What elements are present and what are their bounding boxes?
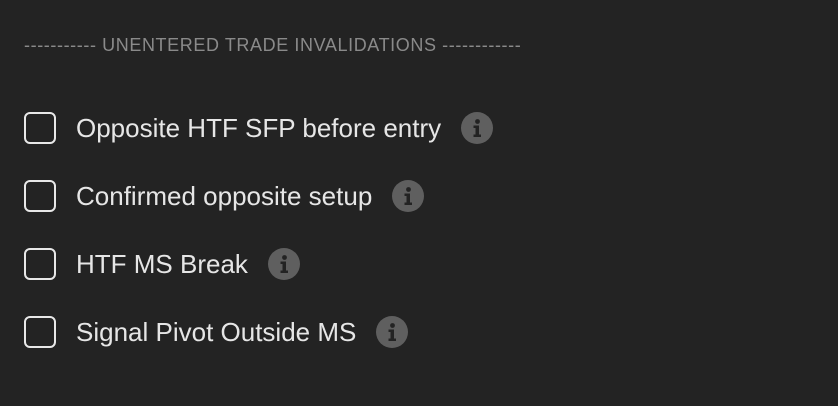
option-row-htf-ms-break: HTF MS Break [24, 246, 804, 282]
info-icon[interactable] [461, 112, 494, 144]
option-row-opposite-htf-sfp: Opposite HTF SFP before entry [24, 110, 804, 146]
checkbox-htf-ms-break[interactable] [24, 248, 56, 280]
option-row-confirmed-opposite-setup: Confirmed opposite setup [24, 178, 804, 214]
option-label-signal-pivot-outside-ms[interactable]: Signal Pivot Outside MS [76, 314, 356, 350]
info-icon[interactable] [267, 248, 300, 280]
checkbox-opposite-htf-sfp[interactable] [24, 112, 56, 144]
option-label-confirmed-opposite-setup[interactable]: Confirmed opposite setup [76, 178, 372, 214]
invalidation-option-list: Opposite HTF SFP before entry Confirmed … [24, 110, 804, 350]
section-header-unentered-trade-invalidations: ----------- UNENTERED TRADE INVALIDATION… [24, 35, 522, 55]
option-label-htf-ms-break[interactable]: HTF MS Break [76, 246, 248, 282]
checkbox-signal-pivot-outside-ms[interactable] [24, 316, 56, 348]
option-label-opposite-htf-sfp[interactable]: Opposite HTF SFP before entry [76, 110, 441, 146]
option-row-signal-pivot-outside-ms: Signal Pivot Outside MS [24, 314, 804, 350]
info-icon[interactable] [376, 316, 409, 348]
info-icon[interactable] [392, 180, 425, 212]
checkbox-confirmed-opposite-setup[interactable] [24, 180, 56, 212]
